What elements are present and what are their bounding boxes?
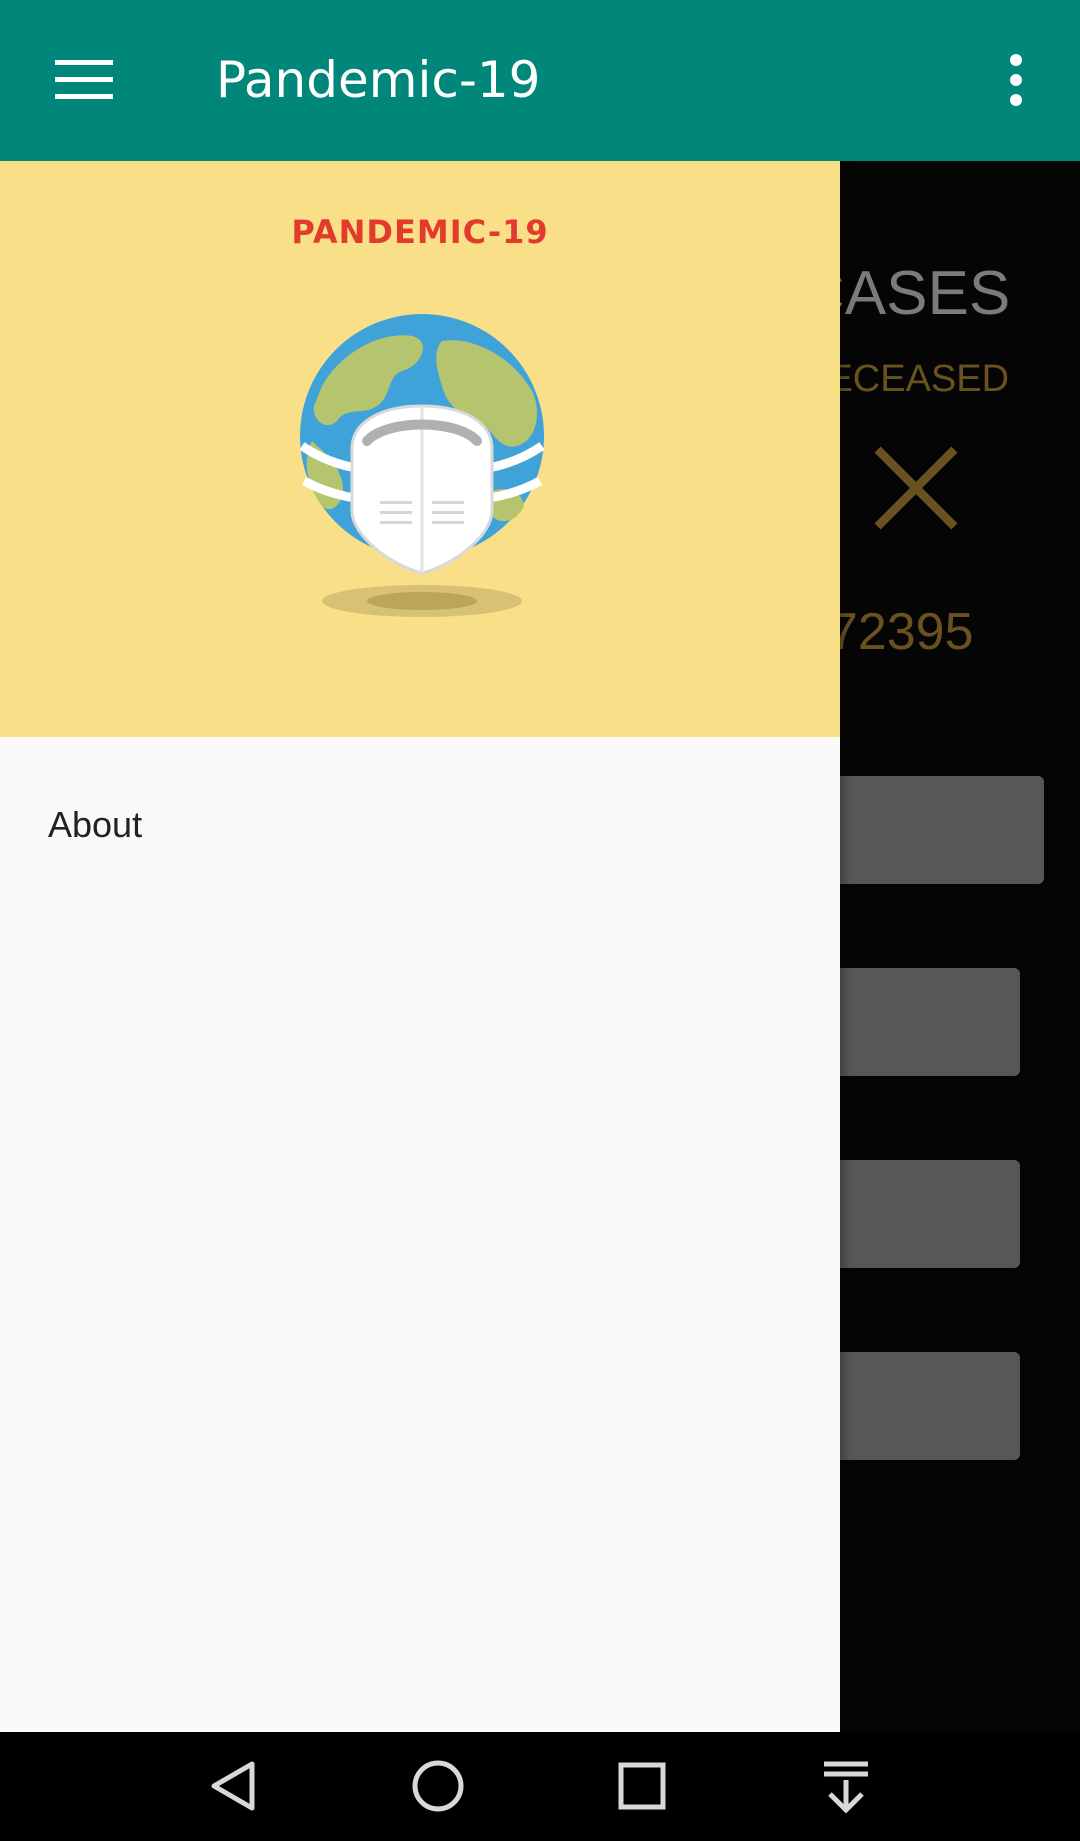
back-triangle-icon <box>211 1761 255 1811</box>
close-x-icon <box>874 446 958 530</box>
more-vert-icon <box>1010 54 1022 106</box>
back-button[interactable] <box>198 1750 270 1822</box>
drawer-header: PANDEMIC-19 <box>0 161 840 737</box>
hamburger-menu-icon <box>55 60 113 99</box>
download-button[interactable] <box>810 1750 882 1822</box>
app-screen: CASES DECEASED 372395 Pandemic-19 PANDEM… <box>0 0 1080 1841</box>
app-toolbar: Pandemic-19 <box>0 0 1080 161</box>
home-button[interactable] <box>402 1750 474 1822</box>
overflow-menu-button[interactable] <box>986 40 1046 120</box>
recents-button[interactable] <box>606 1750 678 1822</box>
globe-with-mask-icon <box>299 314 545 617</box>
app-title: Pandemic-19 <box>216 51 541 109</box>
drawer-item-about[interactable]: About <box>0 777 840 873</box>
system-navigation-bar <box>0 1732 1080 1841</box>
recents-square-icon <box>618 1762 666 1810</box>
navigation-drawer: PANDEMIC-19 About <box>0 161 840 1732</box>
menu-button[interactable] <box>40 40 128 120</box>
brand-logo-text: PANDEMIC-19 <box>291 213 549 251</box>
download-arrow-icon <box>824 1761 868 1814</box>
drawer-item-label: About <box>48 804 143 845</box>
home-circle-icon <box>412 1760 464 1812</box>
